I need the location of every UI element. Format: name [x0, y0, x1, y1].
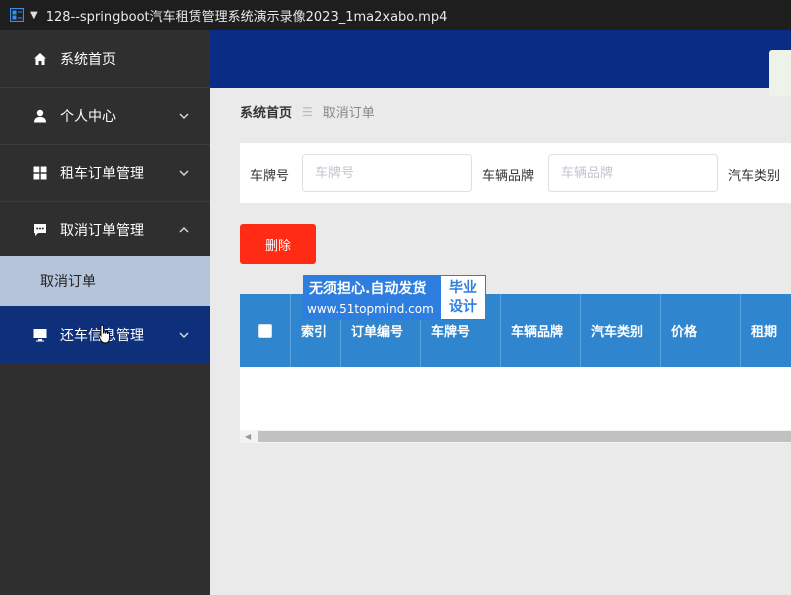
breadcrumb-home[interactable]: 系统首页	[240, 102, 292, 121]
grid-icon	[33, 166, 47, 179]
watermark-slogan: 无须担心.自动发货	[309, 281, 427, 297]
column-header[interactable]: 汽车类别	[581, 294, 661, 367]
scroll-thumb[interactable]	[258, 431, 791, 442]
window-title: 128--springboot汽车租赁管理系统演示录像2023_1ma2xabo…	[45, 9, 448, 25]
window-titlebar: ▼ 128--springboot汽车租赁管理系统演示录像2023_1ma2xa…	[0, 0, 791, 30]
watermark-url: www.51topmind.com	[307, 302, 434, 316]
watermark: 无须担心.自动发货 www.51topmind.com 毕业 设计	[303, 275, 486, 320]
monitor-icon	[33, 328, 47, 341]
message-icon	[34, 223, 46, 236]
sidebar-item-label: 系统首页	[60, 51, 116, 68]
submenu-item-label: 取消订单	[40, 274, 96, 290]
sidebar-item-rental-orders[interactable]: 租车订单管理	[0, 144, 210, 201]
table-scrollbar[interactable]: ◀	[240, 430, 791, 443]
sidebar-item-label: 取消订单管理	[60, 222, 144, 239]
hand-cursor-icon	[98, 324, 110, 344]
watermark-badge-line2: 设计	[449, 299, 477, 315]
breadcrumb-current: 取消订单	[322, 106, 375, 121]
breadcrumb-separator-icon: ☰	[302, 104, 313, 119]
delete-button[interactable]: 删除	[240, 224, 316, 264]
column-header[interactable]: 价格	[661, 294, 741, 367]
select-all-checkbox[interactable]	[258, 323, 272, 338]
watermark-badge: 毕业 设计	[440, 275, 486, 320]
brand-label: 车辆品牌	[482, 169, 535, 184]
sidebar-item-label: 租车订单管理	[60, 165, 144, 182]
chevron-down-icon	[179, 170, 189, 176]
app-icon[interactable]	[10, 8, 24, 22]
sidebar-item-label: 个人中心	[60, 108, 116, 125]
column-header[interactable]: 租期	[741, 294, 791, 367]
header-select-all	[240, 294, 291, 367]
sidebar: 系统首页 个人中心 租车订单管理 取消订单管理 取消订单	[0, 30, 210, 595]
chevron-down-icon	[179, 332, 189, 338]
header-action-button[interactable]	[769, 50, 791, 96]
caret-down-icon[interactable]: ▼	[30, 10, 38, 21]
column-header[interactable]: 车辆品牌	[501, 294, 581, 367]
submenu-item-cancel-order[interactable]: 取消订单	[0, 256, 210, 306]
watermark-badge-line1: 毕业	[449, 280, 477, 296]
home-icon	[34, 52, 46, 65]
search-panel: 车牌号 车辆品牌 汽车类别	[240, 143, 791, 203]
brand-input[interactable]	[548, 154, 718, 192]
header-bar	[210, 30, 791, 96]
breadcrumb: 系统首页 ☰ 取消订单	[240, 102, 375, 122]
watermark-banner: 无须担心.自动发货 www.51topmind.com	[303, 275, 440, 320]
chevron-up-icon	[179, 226, 189, 232]
chevron-down-icon	[179, 113, 189, 119]
type-label: 汽车类别	[728, 169, 781, 184]
sidebar-item-home[interactable]: 系统首页	[0, 30, 210, 87]
user-icon	[34, 109, 46, 122]
sidebar-item-profile[interactable]: 个人中心	[0, 87, 210, 144]
plate-input[interactable]	[302, 154, 472, 192]
scroll-left-icon[interactable]: ◀	[245, 432, 251, 441]
plate-label: 车牌号	[250, 169, 290, 184]
sidebar-item-cancel-orders[interactable]: 取消订单管理	[0, 201, 210, 258]
